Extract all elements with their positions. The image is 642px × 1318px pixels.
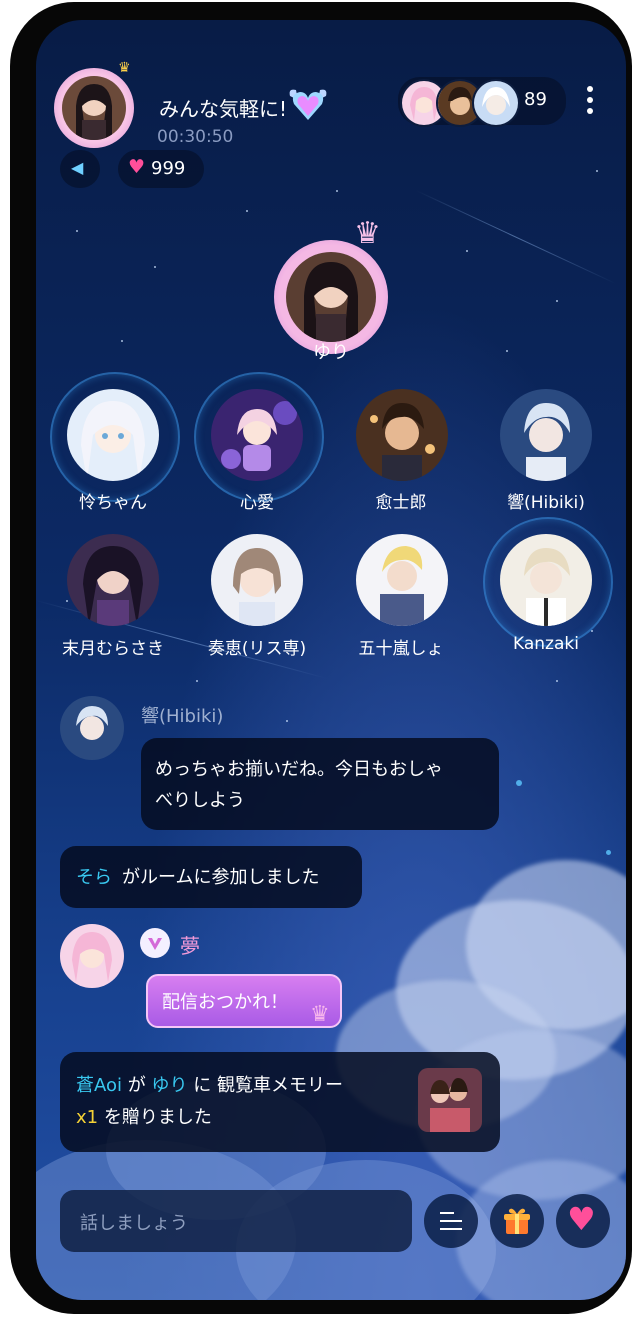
seat-4-avatar[interactable] (500, 389, 592, 481)
audience-count: 89 (524, 89, 547, 110)
vip-badge-icon (140, 928, 170, 958)
chat-input-placeholder: 話しましょう (80, 1213, 188, 1234)
meteor-streak (415, 190, 616, 284)
live-room-screen: ♛ みんな気軽に! 00:30:50 89 ◀ ♥ 999 ♛ ゆり 怜ちゃん … (36, 20, 626, 1300)
seat-3-avatar[interactable] (356, 389, 448, 481)
like-count-pill[interactable]: ♥ 999 (118, 150, 204, 188)
host-seat-name: ゆり (313, 342, 349, 363)
join-notice: そら がルームに参加しました (60, 846, 362, 908)
gift-count: x1 (76, 1107, 99, 1128)
heart-badge-icon (288, 86, 328, 122)
gift-connector-text: に (193, 1075, 212, 1096)
more-icon[interactable] (582, 86, 598, 118)
gift-recipient[interactable]: ゆり (151, 1075, 187, 1096)
audience-avatar (472, 79, 520, 127)
gift-connector-text: が (127, 1075, 146, 1096)
join-username[interactable]: そら (76, 862, 112, 893)
crown-icon: ♛ (118, 60, 131, 76)
seat-8-name: Kanzaki (513, 634, 579, 654)
host-seat[interactable] (274, 240, 388, 354)
chat-avatar[interactable] (60, 696, 124, 760)
chat-message-text: べりしよう (155, 790, 245, 811)
host-avatar (62, 76, 126, 140)
menu-icon (440, 1212, 462, 1230)
join-text: がルームに参加しました (122, 867, 320, 888)
audience-pill[interactable]: 89 (398, 77, 566, 127)
crown-icon: ♛ (354, 216, 381, 251)
host-seat-avatar (286, 252, 376, 342)
chat-message-text: めっちゃお揃いだね。今日もおしゃ (155, 759, 443, 780)
gift-button[interactable] (490, 1194, 544, 1248)
gift-name: 観覧車メモリー (216, 1075, 343, 1096)
chat-message-text: 配信おつかれ！ (162, 992, 288, 1013)
gift-sender[interactable]: 蒼Aoi (76, 1075, 122, 1096)
seat-6-avatar[interactable] (211, 534, 303, 626)
seat-5-name: 末月むらさき (62, 639, 164, 659)
chat-sender-name: 夢 (180, 934, 200, 958)
like-button[interactable]: ♥ (556, 1194, 610, 1248)
seat-8-avatar[interactable] (500, 534, 592, 626)
speaker-icon: ◀ (71, 158, 84, 177)
chat-message-bubble: めっちゃお揃いだね。今日もおしゃ べりしよう (141, 738, 499, 830)
seat-2-name: 心愛 (240, 493, 274, 513)
room-title: みんな気軽に! (159, 97, 288, 121)
like-icon: ♥ (567, 1200, 596, 1238)
speaker-toggle[interactable]: ◀ (60, 150, 100, 188)
chat-sender-name: 響(Hibiki) (141, 706, 224, 727)
gift-notice: 蒼Aoi が ゆり に 観覧車メモリー x1 を贈りました (60, 1052, 500, 1152)
live-timer: 00:30:50 (157, 127, 234, 147)
seat-3-name: 愈士郎 (375, 493, 427, 513)
seat-6-name: 奏恵(リス専) (207, 639, 307, 659)
phone-frame: ♛ みんな気軽に! 00:30:50 89 ◀ ♥ 999 ♛ ゆり 怜ちゃん … (10, 2, 632, 1314)
chat-input-field[interactable]: 話しましょう (60, 1190, 412, 1252)
heart-icon: ♥ (128, 156, 146, 178)
seat-7-avatar[interactable] (356, 534, 448, 626)
seat-2-avatar[interactable] (211, 389, 303, 481)
menu-button[interactable] (424, 1194, 478, 1248)
chat-avatar[interactable] (60, 924, 124, 988)
seat-1-name: 怜ちゃん (79, 493, 147, 513)
seat-4-name: 響(Hibiki) (507, 493, 585, 513)
seat-7-name: 五十嵐しょ (358, 639, 444, 659)
gift-icon (502, 1206, 532, 1236)
gift-image (418, 1068, 482, 1132)
like-count: 999 (151, 158, 186, 179)
seat-5-avatar[interactable] (67, 534, 159, 626)
seat-1-avatar[interactable] (67, 389, 159, 481)
crown-icon: ♛ (310, 1002, 330, 1027)
host-avatar-frame[interactable] (54, 68, 134, 148)
gift-suffix-text: を贈りました (103, 1107, 212, 1128)
